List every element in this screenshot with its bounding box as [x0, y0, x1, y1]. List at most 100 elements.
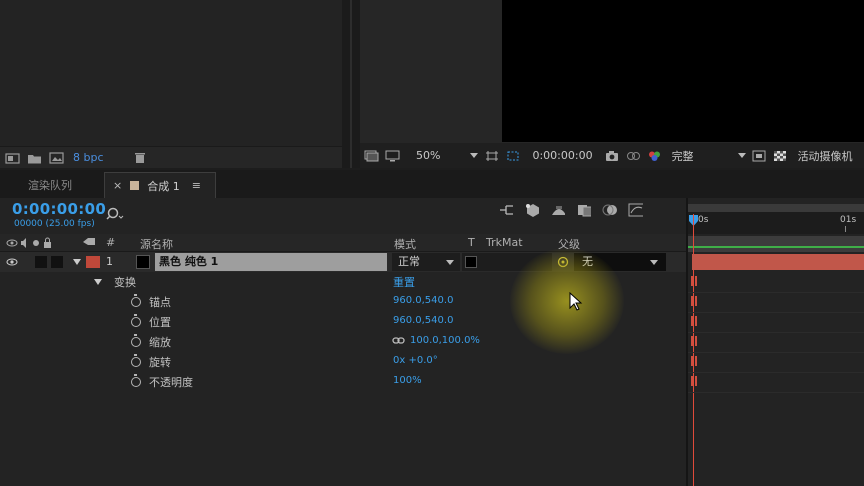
blend-mode-value: 正常: [398, 255, 420, 268]
lock-switch[interactable]: [51, 256, 63, 268]
timeline-graph-area[interactable]: 0s 01s: [686, 198, 864, 486]
zoom-dropdown-arrow-icon[interactable]: [470, 153, 479, 158]
region-of-interest-icon[interactable]: [505, 150, 520, 162]
camera-snapshot-icon[interactable]: [605, 150, 620, 162]
tab-composition[interactable]: × 合成 1 ≡: [104, 172, 216, 198]
project-panel: 8 bpc: [0, 0, 342, 168]
resolution-select[interactable]: 完整: [672, 148, 694, 164]
solid-thumbnail: [136, 255, 150, 269]
always-preview-icon[interactable]: [364, 150, 379, 162]
layer-number: 1: [106, 255, 113, 268]
panel-tab-bar: 渲染队列 × 合成 1 ≡: [0, 170, 864, 198]
layer-label-color[interactable]: [86, 256, 100, 268]
work-area-bar[interactable]: [688, 204, 864, 212]
scale-label: 缩放: [149, 336, 171, 349]
resolution-dropdown-arrow-icon[interactable]: [737, 153, 746, 158]
draft-3d-icon[interactable]: [524, 204, 539, 217]
trkmat-column[interactable]: TrkMat: [486, 236, 523, 249]
comp-mini-flowchart-icon[interactable]: [498, 204, 513, 216]
position-label: 位置: [149, 316, 171, 329]
visibility-eye-icon[interactable]: [6, 257, 18, 267]
layer-number-column[interactable]: #: [106, 236, 115, 249]
tab-render-queue[interactable]: 渲染队列: [0, 172, 102, 198]
rotation-value[interactable]: 0x +0.0°: [393, 355, 438, 366]
viewer-toolbar: 50% 0:00:00:00 完整 活动摄像机: [360, 143, 864, 168]
current-time-display[interactable]: 0:00:00:00: [12, 200, 106, 218]
current-time-indicator-icon[interactable]: [688, 214, 700, 230]
rotation-stopwatch-icon[interactable]: [131, 354, 141, 367]
constrain-proportions-link-icon[interactable]: [392, 336, 406, 346]
viewer-canvas[interactable]: [502, 0, 864, 142]
t-column[interactable]: T: [468, 236, 475, 249]
bit-depth-button[interactable]: 8 bpc: [73, 151, 104, 164]
keyframe-marker[interactable]: [691, 296, 697, 306]
tab-composition-label: 合成 1: [147, 179, 180, 193]
project-footer-toolbar: 8 bpc: [0, 146, 342, 168]
keyframe-marker[interactable]: [691, 316, 697, 326]
new-folder-icon[interactable]: [27, 152, 42, 164]
anchor-point-value[interactable]: 960.0,540.0: [393, 295, 453, 306]
tab-menu-icon[interactable]: ≡: [192, 179, 201, 192]
shy-layers-icon[interactable]: [550, 204, 565, 216]
mode-column[interactable]: 模式: [394, 236, 416, 252]
opacity-value[interactable]: 100%: [393, 375, 422, 386]
scale-stopwatch-icon[interactable]: [131, 334, 141, 347]
layer-name[interactable]: 黑色 纯色 1: [155, 253, 387, 271]
show-snapshot-icon[interactable]: [626, 150, 641, 162]
transform-expand-arrow-icon[interactable]: [93, 278, 103, 286]
opacity-row[interactable]: 不透明度 100%: [0, 372, 686, 392]
parent-dropdown-arrow-icon[interactable]: [650, 260, 658, 265]
opacity-label: 不透明度: [149, 376, 193, 389]
panel-divider[interactable]: [342, 0, 360, 168]
motion-blur-icon[interactable]: [602, 204, 617, 216]
opacity-stopwatch-icon[interactable]: [131, 374, 141, 387]
monitor-icon[interactable]: [385, 150, 400, 162]
mode-dropdown-arrow-icon[interactable]: [446, 260, 454, 265]
fast-previews-icon[interactable]: [752, 150, 767, 162]
fit-frame-icon[interactable]: [484, 150, 499, 162]
timeline-switches: [498, 203, 643, 217]
color-channels-icon[interactable]: [647, 150, 662, 162]
new-composition-icon[interactable]: [49, 151, 64, 164]
composition-bar: [688, 236, 864, 252]
av-features-icons: [6, 237, 66, 252]
cursor-highlight: [510, 248, 624, 354]
position-value[interactable]: 960.0,540.0: [393, 315, 453, 326]
expand-arrow-icon[interactable]: [72, 258, 82, 266]
keyframe-marker[interactable]: [691, 356, 697, 366]
keyframe-marker[interactable]: [691, 276, 697, 286]
active-camera-select[interactable]: 活动摄像机: [798, 148, 853, 164]
reset-transform-link[interactable]: 重置: [393, 274, 415, 290]
anchor-point-label: 锚点: [149, 296, 171, 309]
rotation-label: 旋转: [149, 356, 171, 369]
time-ruler[interactable]: 0s 01s: [688, 212, 864, 234]
graph-editor-icon[interactable]: [628, 203, 643, 217]
interpret-footage-icon[interactable]: [5, 152, 20, 164]
transform-label: 变换: [114, 276, 136, 289]
zoom-select[interactable]: 50%: [416, 149, 440, 162]
preserve-transparency-switch[interactable]: [465, 256, 477, 268]
layer-search-input[interactable]: [106, 206, 484, 224]
keyframe-marker[interactable]: [691, 336, 697, 346]
transparency-grid-icon[interactable]: [773, 150, 788, 162]
composition-color-swatch: [130, 181, 140, 190]
frame-blending-icon[interactable]: [576, 204, 591, 217]
trash-icon[interactable]: [133, 152, 148, 164]
close-tab-icon[interactable]: ×: [113, 179, 122, 192]
viewer-timecode[interactable]: 0:00:00:00: [532, 149, 592, 162]
frame-count-display: 00000 (25.00 fps): [14, 219, 95, 229]
blend-mode-select[interactable]: 正常: [392, 253, 460, 271]
position-stopwatch-icon[interactable]: [131, 314, 141, 327]
scale-value[interactable]: 100.0,100.0%: [410, 335, 480, 346]
composition-viewer: 50% 0:00:00:00 完整 活动摄像机: [360, 0, 864, 168]
label-column-icon[interactable]: [82, 237, 96, 252]
ruler-1s-label: 01s: [840, 215, 857, 225]
timeline-header: 0:00:00:00 00000 (25.00 fps): [0, 198, 686, 234]
layer-duration-bar[interactable]: [692, 254, 864, 270]
anchor-stopwatch-icon[interactable]: [131, 294, 141, 307]
solo-switch[interactable]: [35, 256, 47, 268]
rotation-row[interactable]: 旋转 0x +0.0°: [0, 352, 686, 372]
keyframe-marker[interactable]: [691, 376, 697, 386]
source-name-column[interactable]: 源名称: [140, 236, 173, 252]
search-icon: [106, 207, 124, 220]
